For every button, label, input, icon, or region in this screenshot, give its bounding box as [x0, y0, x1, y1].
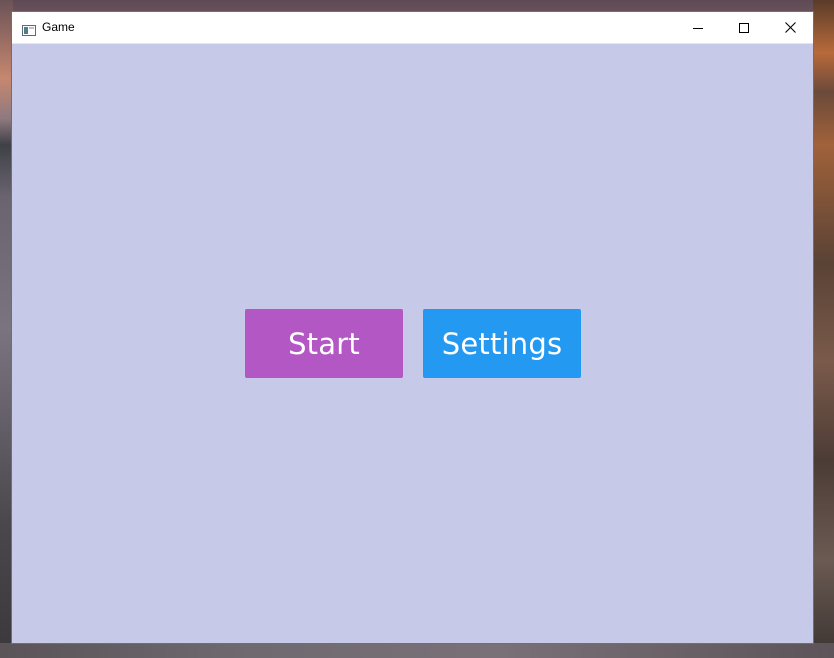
game-window: Game Start Settings: [12, 12, 813, 643]
desktop-wallpaper-right: [813, 0, 834, 658]
minimize-icon: [693, 18, 703, 37]
desktop-wallpaper-bottom: [0, 643, 834, 658]
settings-button[interactable]: Settings: [423, 309, 581, 378]
title-bar[interactable]: Game: [12, 12, 813, 44]
app-window-icon: [22, 21, 36, 36]
start-button[interactable]: Start: [245, 309, 403, 378]
maximize-icon: [739, 18, 749, 37]
maximize-button[interactable]: [721, 12, 767, 43]
game-canvas: Start Settings: [12, 44, 813, 643]
close-icon: [784, 18, 796, 37]
close-button[interactable]: [767, 12, 813, 43]
window-title: Game: [42, 20, 75, 34]
minimize-button[interactable]: [675, 12, 721, 43]
